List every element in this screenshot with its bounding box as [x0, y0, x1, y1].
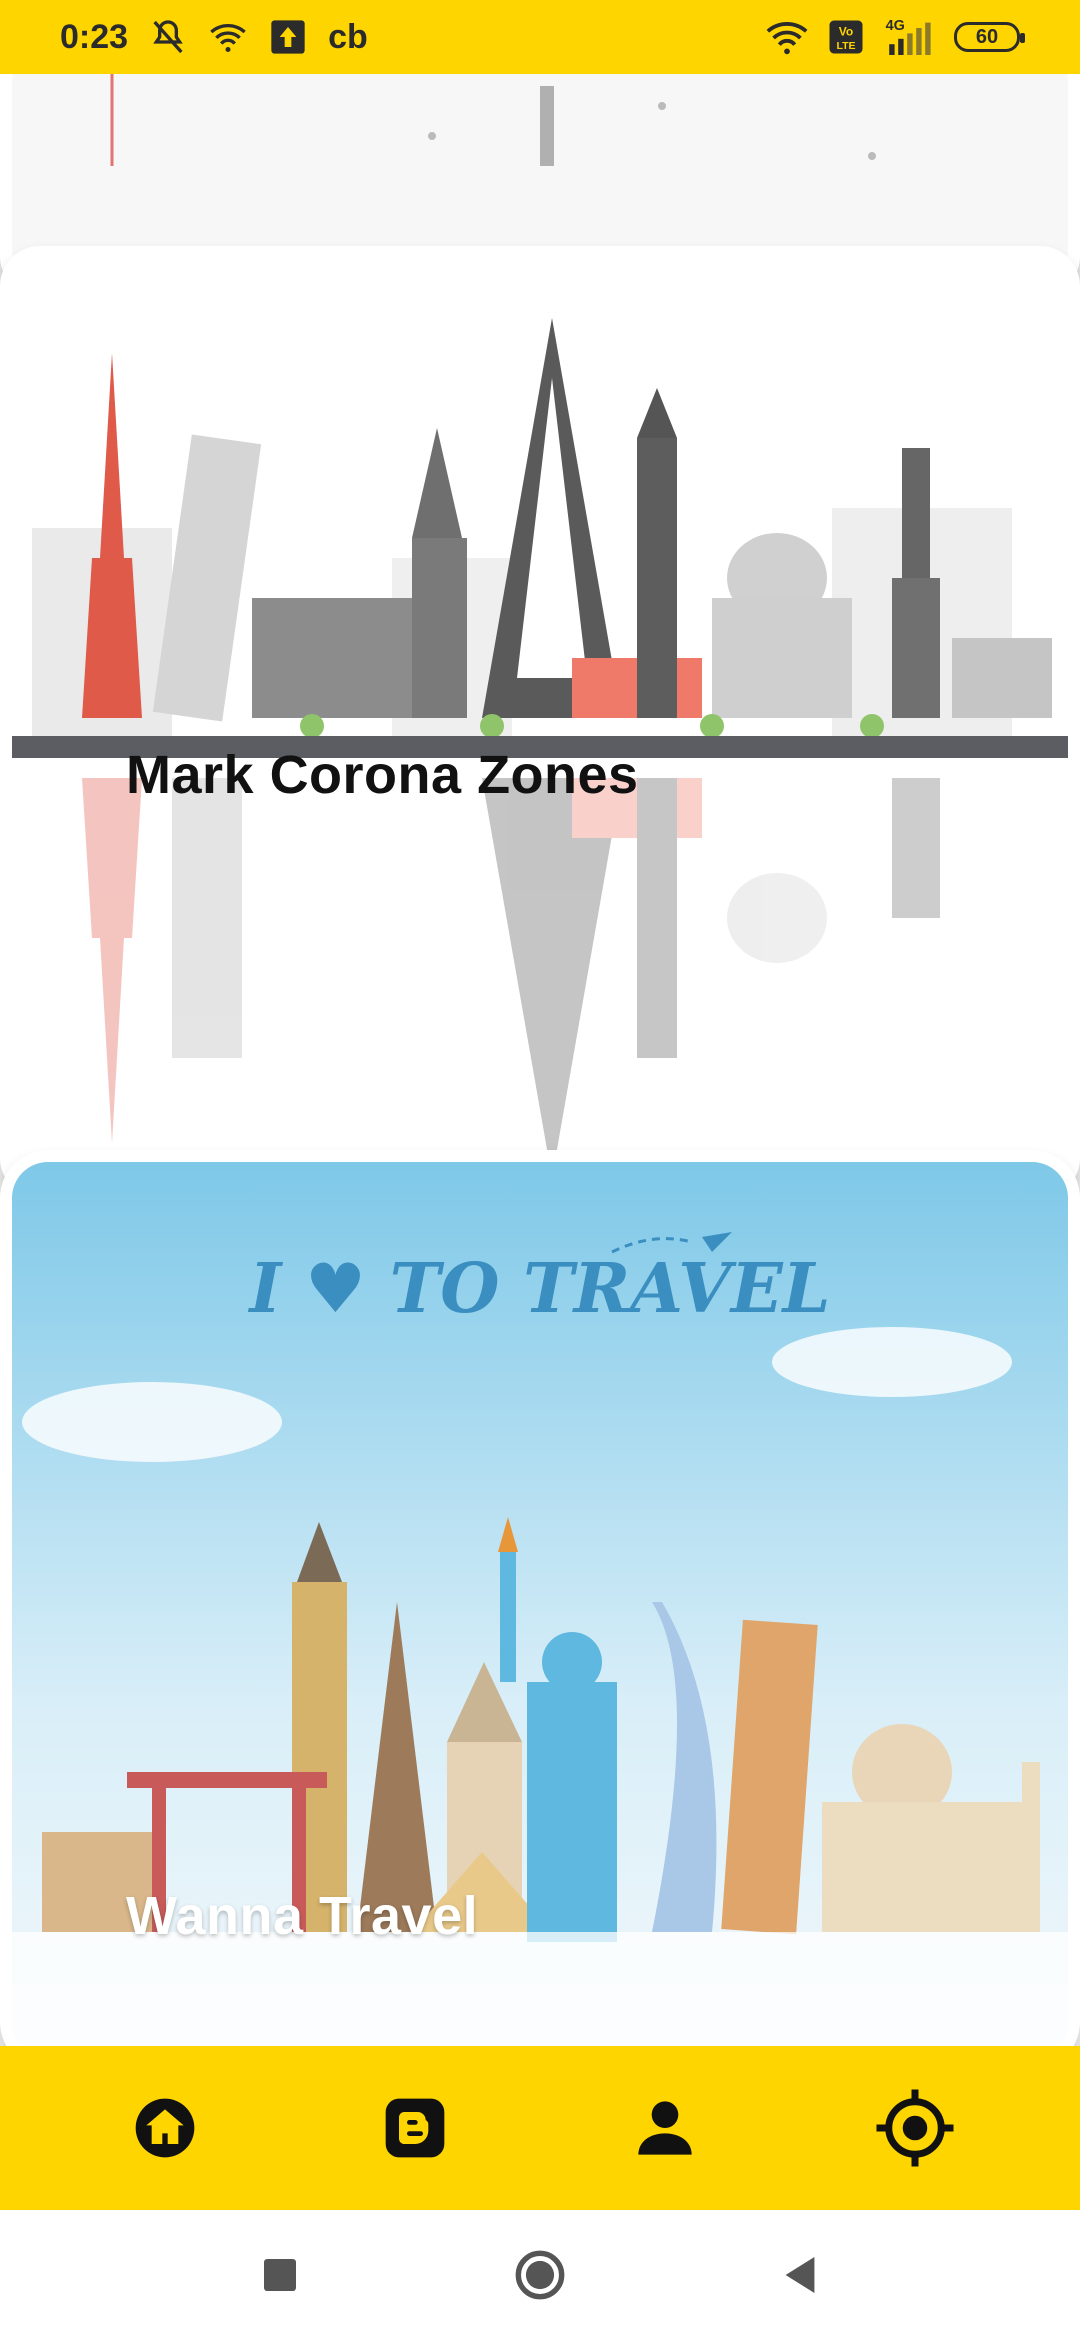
nav-home[interactable]: [115, 2078, 215, 2178]
recent-apps-button[interactable]: [250, 2245, 310, 2305]
nav-location[interactable]: [865, 2078, 965, 2178]
svg-text:4G: 4G: [886, 18, 905, 34]
person-icon: [638, 2101, 692, 2155]
recent-apps-icon: [264, 2259, 296, 2291]
wifi-icon: [210, 24, 246, 52]
status-bar: 0:23 cb Vo LTE 4G 60: [0, 0, 1080, 74]
system-navigation: [0, 2210, 1080, 2340]
bottom-navigation: [0, 2046, 1080, 2210]
feed-list[interactable]: Mark Corona Zones I ♥ TO TRAVEL Wanna Tr…: [0, 74, 1080, 2046]
location-target-icon: [876, 2089, 954, 2167]
mute-icon: [153, 20, 183, 54]
system-home-button[interactable]: [510, 2245, 570, 2305]
svg-text:LTE: LTE: [836, 40, 855, 52]
volte-icon: Vo LTE: [829, 20, 863, 54]
nav-blog[interactable]: [365, 2078, 465, 2178]
feed-card-travel[interactable]: I ♥ TO TRAVEL Wanna Travel: [0, 1150, 1080, 2046]
status-right: Vo LTE 4G 60: [764, 14, 1025, 60]
upload-icon: [271, 20, 305, 54]
feed-card-corona[interactable]: Mark Corona Zones: [0, 246, 1080, 1198]
travel-banner-text: I ♥ TO TRAVEL: [248, 1249, 831, 1329]
nav-profile[interactable]: [615, 2078, 715, 2178]
signal-icon: 4G: [886, 18, 931, 56]
battery-level: 60: [975, 25, 999, 48]
home-circle-icon: [515, 2250, 565, 2300]
status-time: 0:23: [60, 17, 129, 56]
svg-text:Vo: Vo: [839, 25, 853, 39]
back-button[interactable]: [770, 2245, 830, 2305]
wifi-strength-icon: [766, 22, 808, 55]
status-carrier: cb: [328, 17, 368, 56]
skyline-illustration: [12, 258, 1068, 1186]
card-title-corona: Mark Corona Zones: [126, 745, 639, 805]
app-screen: 0:23 cb Vo LTE 4G 60 Mark Corona Zones I…: [0, 0, 1080, 2340]
back-icon: [785, 2257, 815, 2293]
battery-indicator: 60: [954, 22, 1025, 52]
blogger-icon: [385, 2098, 445, 2158]
status-left: 0:23 cb: [60, 17, 368, 57]
home-icon: [135, 2098, 195, 2158]
card-title-travel: Wanna Travel: [126, 1886, 479, 1946]
